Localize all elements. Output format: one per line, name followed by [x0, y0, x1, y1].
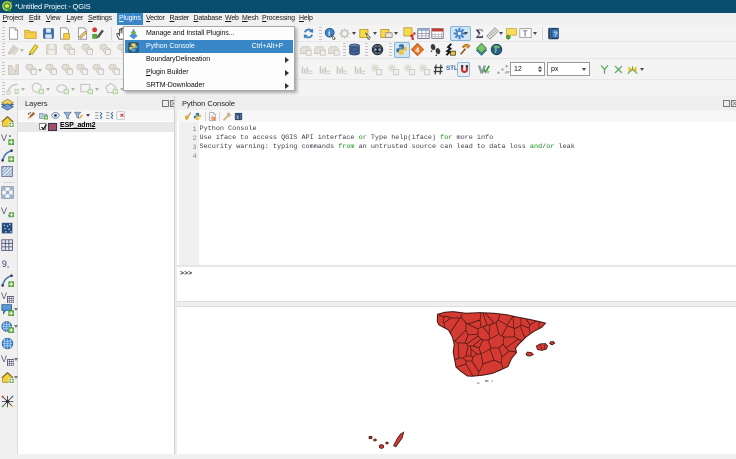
- svg-text:V: V: [1, 354, 7, 364]
- svg-text:V: V: [1, 206, 7, 216]
- svg-text:V: V: [1, 133, 7, 143]
- svg-text:?: ?: [553, 29, 558, 38]
- svg-text:i: i: [328, 29, 330, 38]
- svg-text:T: T: [523, 29, 528, 38]
- svg-text:9,: 9,: [2, 259, 9, 269]
- svg-text:Σ: Σ: [476, 27, 484, 40]
- svg-text:V: V: [1, 291, 7, 301]
